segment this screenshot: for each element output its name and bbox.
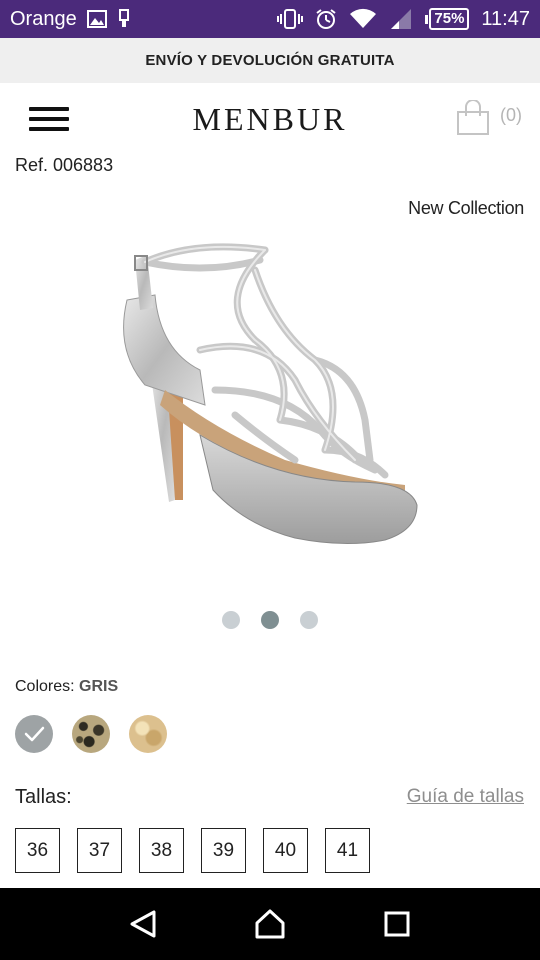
size-option-37[interactable]: 37: [77, 828, 122, 873]
size-option-36[interactable]: 36: [15, 828, 60, 873]
color-swatch-gris[interactable]: [15, 715, 53, 753]
size-guide-link[interactable]: Guía de tallas: [407, 786, 524, 808]
system-navigation-bar: [0, 888, 540, 960]
shopping-bag-icon[interactable]: [455, 99, 491, 136]
wifi-icon: [349, 8, 377, 30]
gallery-pagination: [0, 611, 540, 629]
recent-apps-icon[interactable]: [372, 899, 422, 949]
sizes-label: Tallas:: [15, 786, 72, 808]
size-option-40[interactable]: 40: [263, 828, 308, 873]
color-swatches: [15, 715, 167, 753]
vibrate-icon: [277, 8, 304, 30]
colors-label-text: Colores:: [15, 678, 75, 695]
status-bar: Orange 75% 11:47: [0, 0, 540, 38]
color-swatch-leopardo[interactable]: [72, 715, 110, 753]
color-swatch-oro[interactable]: [129, 715, 167, 753]
gallery-dot-3[interactable]: [300, 611, 318, 629]
size-options: 36 37 38 39 40 41: [15, 828, 370, 873]
image-notification-icon: [86, 10, 107, 28]
carrier-name: Orange: [10, 7, 77, 30]
selected-color: GRIS: [79, 678, 119, 695]
signal-icon: [389, 8, 413, 30]
colors-label: Colores: GRIS: [15, 678, 118, 696]
battery-level: 75%: [429, 8, 470, 30]
back-icon[interactable]: [118, 899, 168, 949]
new-collection-badge: New Collection: [408, 198, 524, 218]
size-option-38[interactable]: 38: [139, 828, 184, 873]
gallery-dot-2[interactable]: [261, 611, 279, 629]
home-icon[interactable]: [245, 899, 295, 949]
gallery-dot-1[interactable]: [222, 611, 240, 629]
size-option-39[interactable]: 39: [201, 828, 246, 873]
size-option-41[interactable]: 41: [325, 828, 370, 873]
battery-icon: 75%: [425, 8, 470, 30]
cart-count[interactable]: (0): [500, 105, 522, 126]
checkmark-icon: [24, 726, 45, 742]
product-reference: Ref. 006883: [15, 155, 114, 175]
clock: 11:47: [481, 7, 530, 30]
product-image-sandal[interactable]: [105, 220, 435, 555]
app-header: MENBUR (0): [0, 83, 540, 155]
alarm-icon: [315, 8, 337, 30]
promo-banner: ENVÍO Y DEVOLUCIÓN GRATUITA: [0, 38, 540, 83]
usb-debug-icon: [117, 9, 131, 29]
